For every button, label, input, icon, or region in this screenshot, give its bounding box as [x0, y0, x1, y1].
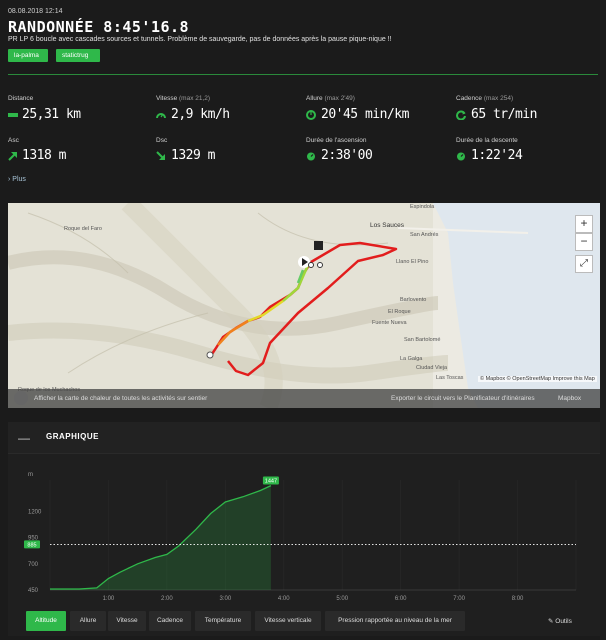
- average-altitude-badge: 885: [27, 542, 36, 548]
- map-attribution[interactable]: © Mapbox © OpenStreetMap Improve this Ma…: [478, 376, 597, 382]
- heatmap-link[interactable]: Afficher la carte de chaleur de toutes l…: [34, 395, 207, 402]
- activity-description: PR LP 6 boucle avec cascades sources et …: [8, 36, 392, 43]
- x-tick-label: 1:00: [103, 596, 115, 602]
- heatmap-pin-icon[interactable]: [14, 391, 28, 405]
- duree-asc-value: 2:38'00: [321, 148, 373, 163]
- asc-value: 1318 m: [22, 148, 66, 163]
- x-tick-label: 4:00: [278, 596, 290, 602]
- ruler-icon: [8, 110, 18, 120]
- tag-la-palma[interactable]: la-palma: [8, 49, 48, 62]
- export-route-link[interactable]: Exporter le circuit vers le Planificateu…: [391, 395, 535, 402]
- place-label: San Andrés: [410, 232, 439, 238]
- place-label: Barlovento: [400, 297, 427, 303]
- distance-value: 25,31 km: [22, 107, 81, 122]
- cadence-label: Cadence (max 254): [456, 95, 514, 102]
- max-altitude-badge: 1447: [265, 479, 277, 485]
- zoom-out-button[interactable]: −: [575, 233, 593, 251]
- y-tick-label: 1200: [28, 509, 42, 515]
- tab-vitesse[interactable]: Vitesse: [108, 611, 146, 631]
- tab-vitesse-verticale[interactable]: Vitesse verticale: [255, 611, 321, 631]
- more-stats-link[interactable]: › Plus: [8, 176, 26, 183]
- map-bottom-bar: Afficher la carte de chaleur de toutes l…: [8, 389, 600, 408]
- tab-allure[interactable]: Allure: [70, 611, 106, 631]
- place-label: La Galga: [400, 356, 423, 362]
- collapse-button[interactable]: —: [18, 431, 30, 445]
- tab-temperature[interactable]: Température: [195, 611, 251, 631]
- fullscreen-button[interactable]: ⤢: [575, 255, 593, 273]
- place-label: Fuente Nueva: [372, 320, 407, 326]
- place-label: Roque del Faro: [64, 226, 102, 232]
- x-tick-label: 2:00: [161, 596, 173, 602]
- duree-asc-label: Durée de l'ascension: [306, 137, 367, 144]
- y-axis-unit: m: [28, 472, 33, 478]
- vitesse-label: Vitesse (max 21,2): [156, 95, 211, 102]
- y-tick-label: 450: [28, 588, 39, 594]
- mapbox-logo: Mapbox: [558, 395, 582, 402]
- altitude-area: [50, 485, 271, 590]
- cadence-value: 65 tr/min: [471, 107, 537, 122]
- place-label: Los Sauces: [370, 222, 404, 229]
- allure-value: 20'45 min/km: [321, 107, 409, 122]
- y-tick-label: 700: [28, 562, 39, 568]
- timer-icon: [456, 151, 466, 161]
- tools-button[interactable]: ✎ Outils: [548, 617, 572, 625]
- arrow-down-right-icon: [156, 151, 166, 161]
- place-label: El Roque: [388, 309, 411, 315]
- x-tick-label: 6:00: [395, 596, 407, 602]
- activity-title: RANDONNÉE 8:45'16.8: [8, 18, 190, 36]
- distance-label: Distance: [8, 95, 34, 102]
- tab-cadence[interactable]: Cadence: [149, 611, 191, 631]
- tab-altitude[interactable]: Altitude: [26, 611, 66, 631]
- x-tick-label: 5:00: [336, 596, 348, 602]
- place-label: Las Toscas: [436, 375, 464, 381]
- zoom-in-button[interactable]: +: [575, 215, 593, 233]
- allure-label: Allure (max 2'49): [306, 95, 355, 102]
- header-divider: [8, 74, 598, 75]
- place-label: Llano El Pino: [396, 259, 429, 265]
- timer-icon: [306, 151, 316, 161]
- dsc-value: 1329 m: [171, 148, 215, 163]
- arrow-up-right-icon: [8, 151, 18, 161]
- speedometer-icon: [156, 110, 166, 120]
- tag-statictrug[interactable]: statictrug: [56, 49, 100, 62]
- place-label: Ciudad Vieja: [416, 365, 448, 371]
- x-tick-label: 8:00: [512, 596, 524, 602]
- place-label: San Bartolomé: [404, 337, 441, 343]
- route-map[interactable]: Roque del Faro Espindola Los Sauces San …: [8, 203, 600, 408]
- x-tick-label: 3:00: [219, 596, 231, 602]
- altitude-chart[interactable]: m1200950700450 1:00 2:00 3:00 4:00 5:00 6:00 7…: [8, 462, 600, 608]
- duree-desc-value: 1:22'24: [471, 148, 523, 163]
- tab-pression[interactable]: Pression rapportée au niveau de la mer: [325, 611, 465, 631]
- place-label: Espindola: [410, 204, 435, 210]
- dsc-label: Dsc: [156, 137, 168, 144]
- x-tick-label: 7:00: [453, 596, 465, 602]
- asc-label: Asc: [8, 137, 19, 144]
- pace-icon: [306, 110, 316, 120]
- cadence-icon: [456, 110, 466, 120]
- activity-date: 08.08.2018 12:14: [8, 8, 63, 15]
- graph-title: GRAPHIQUE: [46, 432, 99, 441]
- duree-desc-label: Durée de la descente: [456, 137, 518, 144]
- vitesse-value: 2,9 km/h: [171, 107, 230, 122]
